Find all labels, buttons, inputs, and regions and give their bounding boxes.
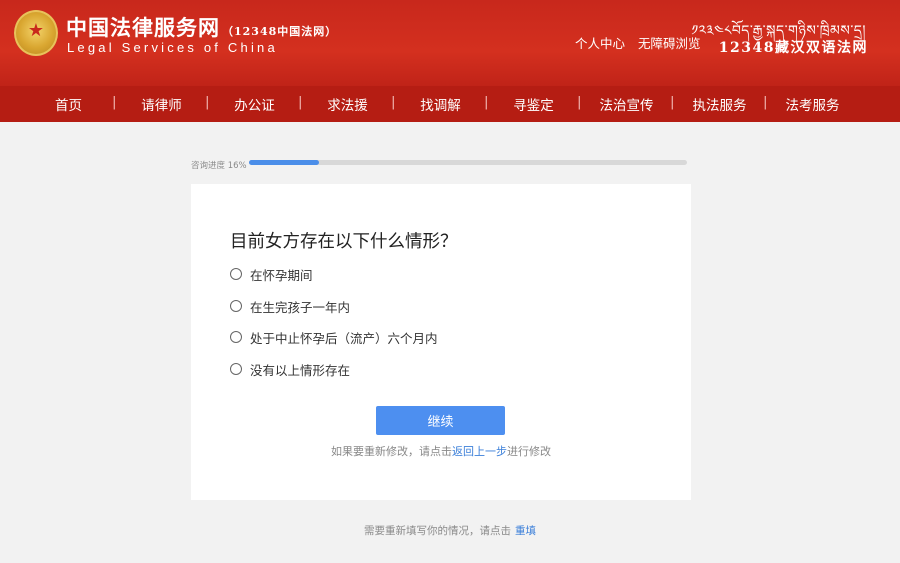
nav-item-appraisal[interactable]: 寻鉴定 (484, 94, 580, 114)
national-emblem-icon[interactable] (14, 10, 58, 56)
radio-icon[interactable] (230, 363, 242, 375)
radio-icon[interactable] (230, 268, 242, 280)
question-title: 目前女方存在以下什么情形？ (230, 232, 458, 252)
option-pregnant[interactable]: 在怀孕期间 (230, 264, 313, 284)
nav-item-mediation[interactable]: 找调解 (391, 94, 487, 114)
option-label: 没有以上情形存在 (250, 362, 351, 378)
nav-item-notary[interactable]: 办公证 (205, 94, 301, 114)
option-label: 在生完孩子一年内 (250, 299, 351, 315)
refill-text: 需要重新填写你的情况，请点击 (364, 525, 511, 537)
nav-item-home[interactable]: 首页 (22, 94, 115, 114)
refill-hint: 需要重新填写你的情况，请点击 重填 (0, 523, 900, 538)
site-name-tag: （12348中国法网） (222, 25, 338, 38)
radio-icon[interactable] (230, 300, 242, 312)
nav-item-legal-aid[interactable]: 求法援 (298, 94, 394, 114)
site-header: 中国法律服务网（12348中国法网） Legal Services of Chi… (0, 0, 900, 86)
back-step-link[interactable]: 返回上一步 (452, 445, 507, 458)
option-label: 在怀孕期间 (250, 267, 313, 283)
option-within-year-of-birth[interactable]: 在生完孩子一年内 (230, 296, 350, 316)
option-none[interactable]: 没有以上情形存在 (230, 359, 350, 379)
option-label: 处于中止怀孕后（流产）六个月内 (250, 330, 438, 346)
radio-icon[interactable] (230, 331, 242, 343)
nav-item-enforcement[interactable]: 执法服务 (670, 94, 766, 114)
progress-label: 咨询进度 16% (191, 161, 247, 171)
continue-button[interactable]: 继续 (376, 406, 505, 435)
top-links: 个人中心 无障碍浏览 (575, 33, 710, 52)
main-nav: 首页 请律师 办公证 求法援 找调解 寻鉴定 法治宣传 执法服务 法考服务 (0, 86, 900, 122)
nav-item-exam[interactable]: 法考服务 (763, 94, 859, 114)
modify-hint: 如果要重新修改，请点击返回上一步进行修改 (191, 443, 691, 459)
refill-link[interactable]: 重填 (515, 525, 536, 537)
option-after-termination[interactable]: 处于中止怀孕后（流产）六个月内 (230, 327, 438, 347)
progress-fill (249, 160, 320, 165)
nav-item-publicity[interactable]: 法治宣传 (577, 94, 673, 114)
progress-bar (249, 160, 687, 165)
site-name-en: Legal Services of China (67, 40, 278, 55)
hint-suffix: 进行修改 (507, 445, 551, 458)
hint-prefix: 如果要重新修改，请点击 (331, 445, 452, 458)
user-center-link[interactable]: 个人中心 (575, 36, 625, 51)
question-card: 目前女方存在以下什么情形？ 在怀孕期间 在生完孩子一年内 处于中止怀孕后（流产）… (191, 184, 691, 500)
nav-item-lawyer[interactable]: 请律师 (112, 94, 208, 114)
site-name[interactable]: 中国法律服务网 （12348中国法网） (66, 12, 337, 42)
bilingual-site-title[interactable]: 12348藏汉双语法网 (719, 37, 868, 57)
site-name-cn: 中国法律服务网 (66, 15, 220, 40)
